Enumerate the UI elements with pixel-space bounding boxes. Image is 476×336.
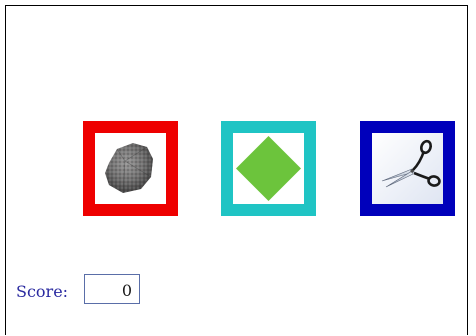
rock-choice-button[interactable] [83, 121, 178, 216]
paper-icon [233, 133, 304, 204]
scissors-choice-button[interactable] [360, 121, 455, 216]
score-label: Score: [16, 282, 69, 301]
scissors-icon [372, 133, 443, 204]
paper-choice-button[interactable] [221, 121, 316, 216]
score-field: 0 [84, 274, 140, 304]
rock-icon [95, 133, 166, 204]
